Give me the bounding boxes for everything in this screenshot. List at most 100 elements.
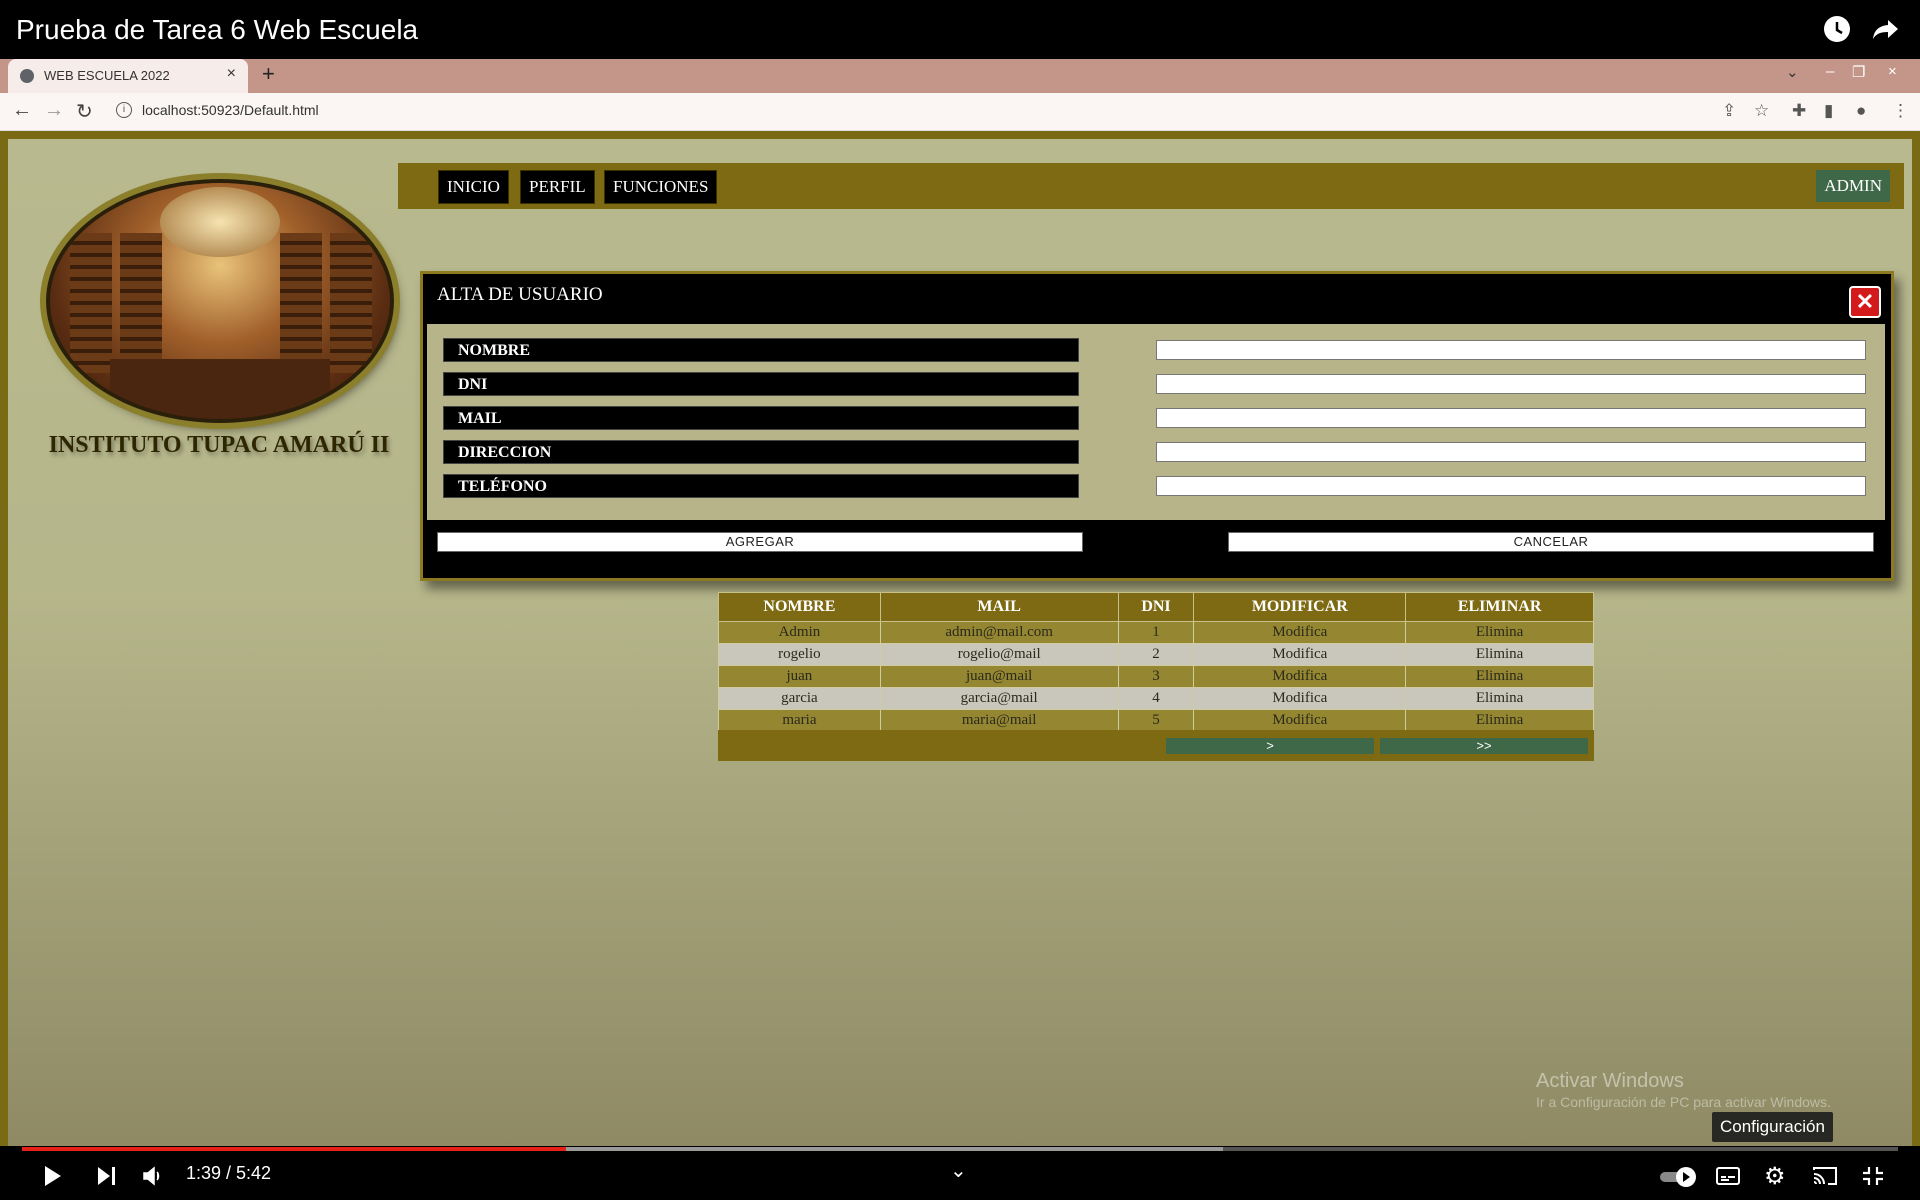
- play-icon[interactable]: [40, 1164, 64, 1188]
- back-icon[interactable]: ←: [12, 99, 32, 122]
- add-user-modal: ALTA DE USUARIO ✕ NOMBRE DNI MAIL DIRECC…: [420, 271, 1894, 581]
- menu-inicio[interactable]: INICIO: [438, 170, 509, 204]
- exit-fullscreen-icon[interactable]: [1862, 1166, 1884, 1186]
- modifica-link[interactable]: Modifica: [1193, 621, 1407, 644]
- reload-icon[interactable]: ↻: [76, 99, 93, 124]
- nombre-label: NOMBRE: [443, 338, 1079, 362]
- cell-mail: maria@mail: [879, 709, 1119, 732]
- modifica-link[interactable]: Modifica: [1193, 643, 1407, 666]
- globe-icon: [20, 69, 34, 83]
- column-header: MAIL: [879, 592, 1119, 622]
- time-display: 1:39 / 5:42: [186, 1163, 272, 1183]
- elimina-link[interactable]: Elimina: [1405, 643, 1594, 666]
- cast-icon[interactable]: [1812, 1166, 1838, 1186]
- logo-shelf: [330, 233, 372, 373]
- elimina-link[interactable]: Elimina: [1405, 687, 1594, 710]
- dni-input[interactable]: [1156, 374, 1866, 394]
- next-page-button[interactable]: >: [1166, 738, 1374, 754]
- cancelar-button[interactable]: CANCELAR: [1228, 532, 1874, 552]
- settings-tooltip: Configuración: [1712, 1112, 1833, 1142]
- info-icon[interactable]: i: [116, 102, 132, 118]
- direccion-input[interactable]: [1156, 442, 1866, 462]
- browser-tab[interactable]: WEB ESCUELA 2022 ×: [8, 59, 248, 93]
- bookmark-star-icon[interactable]: ☆: [1754, 101, 1769, 121]
- chapter-expand-icon[interactable]: ⌄: [950, 1158, 967, 1183]
- settings-gear-icon[interactable]: ⚙: [1764, 1162, 1786, 1191]
- cell-mail: admin@mail.com: [879, 621, 1119, 644]
- modifica-link[interactable]: Modifica: [1193, 687, 1407, 710]
- menu-perfil[interactable]: PERFIL: [520, 170, 595, 204]
- nombre-input[interactable]: [1156, 340, 1866, 360]
- watch-later-icon[interactable]: [1822, 14, 1852, 44]
- column-header: NOMBRE: [718, 592, 881, 622]
- column-header: ELIMINAR: [1405, 592, 1594, 622]
- cell-dni: 1: [1117, 621, 1195, 644]
- windows-activation-title: Activar Windows: [1536, 1070, 1684, 1092]
- mail-input[interactable]: [1156, 408, 1866, 428]
- elimina-link[interactable]: Elimina: [1405, 621, 1594, 644]
- modifica-link[interactable]: Modifica: [1193, 665, 1407, 688]
- tab-search-icon[interactable]: ⌄: [1786, 63, 1799, 81]
- table-pager: > >>: [718, 730, 1594, 761]
- logo-floor: [110, 359, 330, 419]
- menu-dots-icon[interactable]: ⋮: [1892, 101, 1909, 121]
- close-window-icon[interactable]: ×: [1888, 63, 1897, 80]
- cell-nombre: rogelio: [718, 643, 881, 666]
- logo-shelf: [70, 233, 112, 373]
- cell-mail: garcia@mail: [879, 687, 1119, 710]
- table-row: Admin admin@mail.com 1 Modifica Elimina: [718, 621, 1594, 644]
- mail-label: MAIL: [443, 406, 1079, 430]
- restore-icon[interactable]: ❐: [1852, 63, 1865, 81]
- url-text: localhost:50923/Default.html: [142, 102, 319, 118]
- cell-dni: 4: [1117, 687, 1195, 710]
- table-header-row: NOMBRE MAIL DNI MODIFICAR ELIMINAR: [718, 592, 1594, 622]
- table-row: rogelio rogelio@mail 2 Modifica Elimina: [718, 643, 1594, 666]
- cell-mail: juan@mail: [879, 665, 1119, 688]
- url-field[interactable]: i localhost:50923/Default.html: [110, 98, 1710, 124]
- modifica-link[interactable]: Modifica: [1193, 709, 1407, 732]
- share-icon[interactable]: [1870, 14, 1900, 44]
- library-logo-image: [46, 179, 394, 423]
- logo-shelf: [120, 233, 162, 373]
- cell-nombre: maria: [718, 709, 881, 732]
- close-modal-icon[interactable]: ✕: [1849, 286, 1881, 318]
- modal-form: NOMBRE DNI MAIL DIRECCION TELÉFONO: [427, 324, 1885, 520]
- agregar-button[interactable]: AGREGAR: [437, 532, 1083, 552]
- telefono-label: TELÉFONO: [443, 474, 1079, 498]
- users-table: NOMBRE MAIL DNI MODIFICAR ELIMINAR Admin…: [718, 592, 1594, 732]
- school-name: INSTITUTO TUPAC AMARÚ II: [48, 432, 390, 458]
- share-page-icon[interactable]: ⇪: [1722, 101, 1736, 121]
- side-panel-icon[interactable]: ▮: [1824, 101, 1833, 121]
- close-tab-icon[interactable]: ×: [227, 65, 236, 83]
- cell-dni: 2: [1117, 643, 1195, 666]
- table-row: maria maria@mail 5 Modifica Elimina: [718, 709, 1594, 732]
- next-video-icon[interactable]: [96, 1166, 118, 1186]
- extensions-icon[interactable]: ✚: [1792, 101, 1806, 121]
- cell-nombre: juan: [718, 665, 881, 688]
- forward-icon[interactable]: →: [44, 99, 64, 122]
- minimize-icon[interactable]: –: [1826, 63, 1834, 80]
- progress-played: [22, 1147, 566, 1151]
- cell-dni: 5: [1117, 709, 1195, 732]
- web-page: INSTITUTO TUPAC AMARÚ II INICIO PERFIL F…: [0, 131, 1920, 1146]
- admin-button[interactable]: ADMIN: [1816, 170, 1890, 202]
- volume-icon[interactable]: [142, 1166, 164, 1186]
- table-row: garcia garcia@mail 4 Modifica Elimina: [718, 687, 1594, 710]
- video-title-bar: Prueba de Tarea 6 Web Escuela: [0, 0, 1920, 59]
- table-row: juan juan@mail 3 Modifica Elimina: [718, 665, 1594, 688]
- modal-title: ALTA DE USUARIO: [437, 284, 603, 305]
- subtitles-icon[interactable]: [1716, 1166, 1740, 1186]
- autoplay-toggle-icon[interactable]: [1658, 1166, 1698, 1188]
- windows-activation-subtitle: Ir a Configuración de PC para activar Wi…: [1536, 1094, 1831, 1110]
- column-header: DNI: [1117, 592, 1195, 622]
- tab-title: WEB ESCUELA 2022: [44, 68, 170, 83]
- menu-funciones[interactable]: FUNCIONES: [604, 170, 718, 204]
- new-tab-icon[interactable]: +: [262, 61, 275, 87]
- main-menu: INICIO PERFIL FUNCIONES ADMIN: [398, 163, 1904, 209]
- elimina-link[interactable]: Elimina: [1405, 709, 1594, 732]
- profile-icon[interactable]: ●: [1856, 101, 1866, 121]
- last-page-button[interactable]: >>: [1380, 738, 1588, 754]
- elimina-link[interactable]: Elimina: [1405, 665, 1594, 688]
- telefono-input[interactable]: [1156, 476, 1866, 496]
- direccion-label: DIRECCION: [443, 440, 1079, 464]
